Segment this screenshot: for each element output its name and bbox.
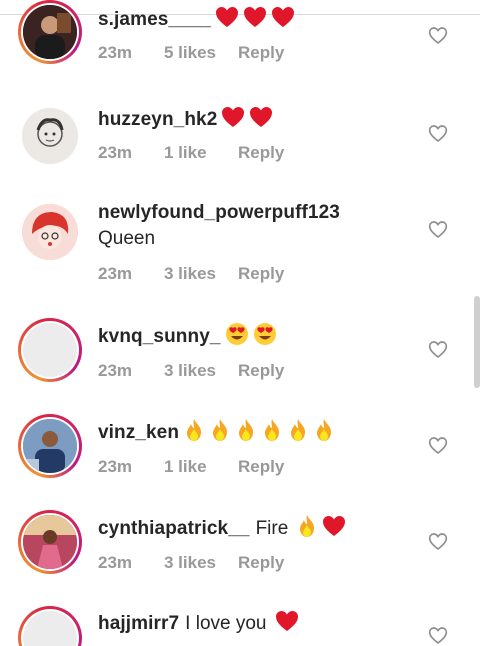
story-ring [18, 318, 82, 382]
avatar[interactable] [18, 318, 82, 382]
likes-count[interactable]: 3 likes [164, 553, 238, 573]
likes-count[interactable]: 1 like [164, 457, 238, 477]
avatar[interactable] [18, 200, 82, 264]
comment-time: 23m [98, 361, 133, 380]
heart-outline-icon[interactable] [428, 532, 448, 552]
avatar-image [23, 323, 77, 377]
story-ring [18, 414, 82, 478]
reply-button[interactable]: Reply [238, 43, 284, 63]
avatar-image [22, 108, 78, 164]
username[interactable]: hajjmirr7 [98, 613, 179, 635]
heart-outline-icon[interactable] [428, 26, 448, 46]
fire-icon [183, 418, 205, 447]
fire-icon [296, 514, 318, 543]
comment-list: s.james____ 23m 5 likes Reply huzzeyn_hk… [0, 0, 480, 646]
avatar[interactable] [18, 606, 82, 646]
comment-content: cynthiapatrick__ Fire 23m 3 likes Reply [98, 514, 428, 573]
likes-count[interactable]: 3 likes [164, 264, 238, 284]
heart-outline-icon[interactable] [428, 340, 448, 360]
comment-content: hajjmirr7 I love you [98, 610, 428, 637]
red-heart-icon [275, 610, 299, 637]
fire-icon [261, 418, 283, 447]
comment-row: huzzeyn_hk2 23m 1 like Reply [0, 96, 480, 192]
fire-icon [313, 418, 335, 447]
likes-count[interactable]: 1 like [164, 143, 238, 163]
comment-text: Queen [98, 228, 156, 249]
reply-button[interactable]: Reply [238, 457, 284, 477]
reply-button[interactable]: Reply [238, 553, 284, 573]
comment-time: 23m [98, 143, 133, 162]
story-ring [18, 606, 82, 646]
comment-content: vinz_ken 23m 1 like Reply [98, 418, 428, 477]
heart-outline-icon[interactable] [428, 626, 448, 646]
avatar-image [23, 5, 77, 59]
comment-row: cynthiapatrick__ Fire 23m 3 likes Reply [0, 504, 480, 600]
avatar-image [23, 611, 77, 646]
likes-count[interactable]: 5 likes [164, 43, 238, 63]
avatar[interactable] [18, 104, 82, 168]
heart-outline-icon[interactable] [428, 436, 448, 456]
avatar[interactable] [18, 0, 82, 64]
red-heart-icon [322, 515, 346, 542]
heart-outline-icon[interactable] [428, 124, 448, 144]
username[interactable]: huzzeyn_hk2 [98, 109, 217, 131]
comment-content: huzzeyn_hk2 23m 1 like Reply [98, 106, 428, 163]
username[interactable]: newlyfound_powerpuff123 [98, 202, 340, 224]
comment-row: kvnq_sunny_ 23m 3 likes Reply [0, 312, 480, 408]
fire-icon [209, 418, 231, 447]
comment-text: I love you [185, 612, 267, 634]
red-heart-icon [271, 6, 295, 33]
comment-meta: 23m 3 likes Reply [98, 361, 428, 381]
reply-button[interactable]: Reply [238, 143, 284, 163]
avatar-image [22, 204, 78, 260]
comment-content: s.james____ 23m 5 likes Reply [98, 6, 428, 63]
fire-icon [235, 418, 257, 447]
comment-meta: 23m 1 like Reply [98, 143, 428, 163]
avatar-image [23, 515, 77, 569]
comment-time: 23m [98, 553, 133, 572]
username[interactable]: vinz_ken [98, 422, 179, 444]
red-heart-icon [221, 106, 245, 133]
comment-text: Fire [255, 517, 289, 539]
story-ring [18, 510, 82, 574]
fire-icon [287, 418, 309, 447]
avatar-image [23, 419, 77, 473]
likes-count[interactable]: 3 likes [164, 361, 238, 381]
avatar[interactable] [18, 414, 82, 478]
comment-meta: 23m 5 likes Reply [98, 43, 428, 63]
comment-row: s.james____ 23m 5 likes Reply [0, 0, 480, 86]
username[interactable]: kvnq_sunny_ [98, 326, 221, 348]
heart-eyes-emoji-icon [253, 322, 277, 351]
comment-row: hajjmirr7 I love you [0, 600, 480, 646]
username[interactable]: s.james____ [98, 9, 211, 31]
red-heart-icon [243, 6, 267, 33]
heart-eyes-emoji-icon [225, 322, 249, 351]
comment-content: newlyfound_powerpuff123 Queen 23m 3 like… [98, 202, 428, 284]
reply-button[interactable]: Reply [238, 361, 284, 381]
scrollbar-thumb[interactable] [474, 296, 480, 388]
heart-outline-icon[interactable] [428, 220, 448, 240]
reply-button[interactable]: Reply [238, 264, 284, 284]
comment-row: vinz_ken 23m 1 like Reply [0, 408, 480, 504]
comment-time: 23m [98, 264, 133, 283]
comment-time: 23m [98, 43, 133, 62]
red-heart-icon [215, 6, 239, 33]
avatar[interactable] [18, 510, 82, 574]
story-ring [18, 0, 82, 64]
red-heart-icon [249, 106, 273, 133]
comment-content: kvnq_sunny_ 23m 3 likes Reply [98, 322, 428, 381]
comment-meta: 23m 3 likes Reply [98, 264, 428, 284]
comment-time: 23m [98, 457, 133, 476]
username[interactable]: cynthiapatrick__ [98, 518, 250, 540]
comment-meta: 23m 1 like Reply [98, 457, 428, 477]
comment-row: newlyfound_powerpuff123 Queen 23m 3 like… [0, 192, 480, 288]
comment-meta: 23m 3 likes Reply [98, 553, 428, 573]
